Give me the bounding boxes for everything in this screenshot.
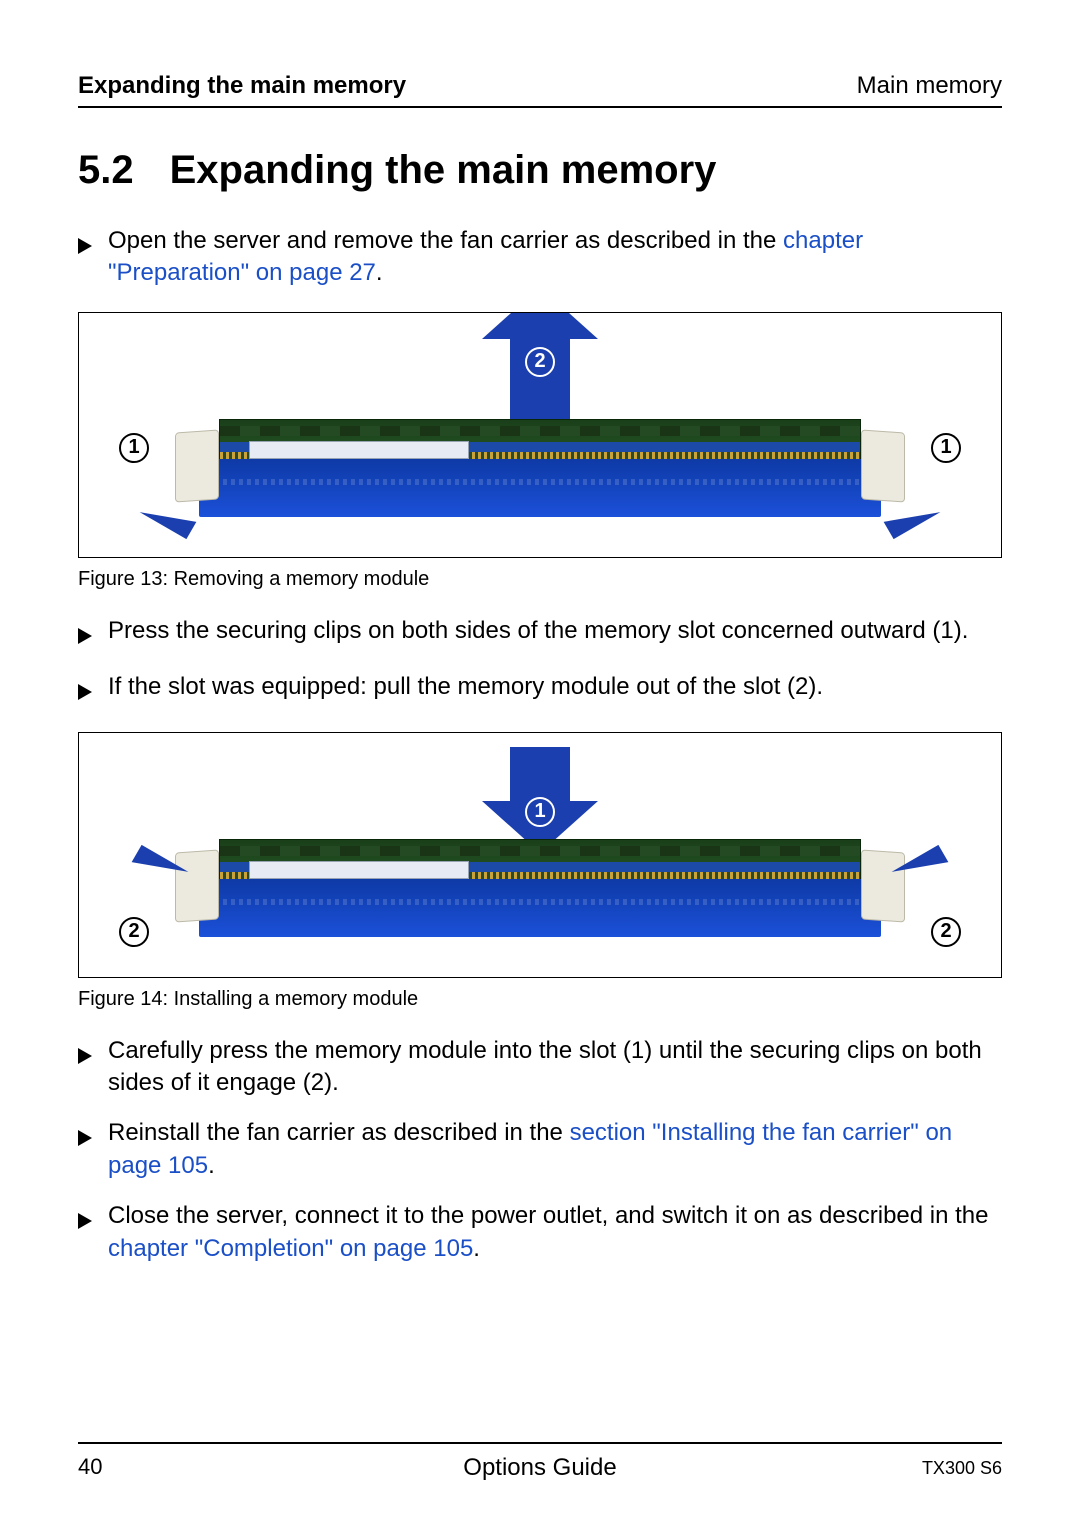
step-post: . <box>473 1235 480 1262</box>
figure-14: 1 2 2 <box>78 732 1002 978</box>
step-item: Carefully press the memory module into t… <box>78 1035 1002 1100</box>
header-left: Expanding the main memory <box>78 72 406 100</box>
callout-center: 1 <box>525 797 555 827</box>
callout-left: 2 <box>119 917 149 947</box>
step-list-mid: Press the securing clips on both sides o… <box>78 615 1002 710</box>
section-title: Expanding the main memory <box>170 148 717 193</box>
step-text: Carefully press the memory module into t… <box>108 1035 1002 1100</box>
step-list-bottom: Carefully press the memory module into t… <box>78 1035 1002 1265</box>
header-rule <box>78 106 1002 108</box>
dimm-label <box>249 861 469 879</box>
arrow-in-left-icon <box>132 844 189 888</box>
footer-rule <box>78 1442 1002 1444</box>
triangle-bullet-icon <box>78 1123 94 1155</box>
step-pre: Reinstall the fan carrier as described i… <box>108 1119 570 1146</box>
step-text: If the slot was equipped: pull the memor… <box>108 671 1002 703</box>
cross-reference-link[interactable]: chapter "Completion" on page 105 <box>108 1235 473 1262</box>
step-item: Reinstall the fan carrier as described i… <box>78 1117 1002 1182</box>
section-number: 5.2 <box>78 148 134 193</box>
section-heading: 5.2 Expanding the main memory <box>78 148 1002 193</box>
dimm-label <box>249 441 469 459</box>
step-item: Press the securing clips on both sides o… <box>78 615 1002 653</box>
step-text: Press the securing clips on both sides o… <box>108 615 1002 647</box>
clip-left-illustration <box>175 849 219 922</box>
step-item: Close the server, connect it to the powe… <box>78 1200 1002 1265</box>
memory-slot-illustration <box>199 459 881 517</box>
step-pre: Open the server and remove the fan carri… <box>108 227 783 254</box>
triangle-bullet-icon <box>78 231 94 263</box>
step-post: . <box>376 259 383 286</box>
step-item: If the slot was equipped: pull the memor… <box>78 671 1002 709</box>
figure-13: 2 1 1 <box>78 312 1002 558</box>
step-pre: If the slot was equipped: pull the memor… <box>108 673 823 700</box>
step-pre: Press the securing clips on both sides o… <box>108 617 968 644</box>
step-post: . <box>208 1152 215 1179</box>
header-right: Main memory <box>857 72 1002 100</box>
running-header: Expanding the main memory Main memory <box>78 72 1002 100</box>
clip-right-illustration <box>861 849 905 922</box>
triangle-bullet-icon <box>78 1041 94 1073</box>
triangle-bullet-icon <box>78 621 94 653</box>
step-text: Open the server and remove the fan carri… <box>108 225 1002 290</box>
memory-slot-illustration <box>199 879 881 937</box>
figure-14-caption: Figure 14: Installing a memory module <box>78 988 1002 1011</box>
callout-left: 1 <box>119 433 149 463</box>
triangle-bullet-icon <box>78 677 94 709</box>
step-pre: Close the server, connect it to the powe… <box>108 1202 989 1229</box>
step-text: Close the server, connect it to the powe… <box>108 1200 1002 1265</box>
callout-right: 1 <box>931 433 961 463</box>
callout-center: 2 <box>525 347 555 377</box>
step-pre: Carefully press the memory module into t… <box>108 1037 982 1096</box>
step-item: Open the server and remove the fan carri… <box>78 225 1002 290</box>
callout-right: 2 <box>931 917 961 947</box>
triangle-bullet-icon <box>78 1206 94 1238</box>
step-list-top: Open the server and remove the fan carri… <box>78 225 1002 290</box>
clip-left-illustration <box>175 429 219 502</box>
arrow-in-right-icon <box>892 844 949 888</box>
clip-right-illustration <box>861 429 905 502</box>
page-footer: 40 Options Guide TX300 S6 <box>78 1442 1002 1480</box>
figure-13-caption: Figure 13: Removing a memory module <box>78 568 1002 591</box>
footer-center: Options Guide <box>78 1454 1002 1482</box>
step-text: Reinstall the fan carrier as described i… <box>108 1117 1002 1182</box>
